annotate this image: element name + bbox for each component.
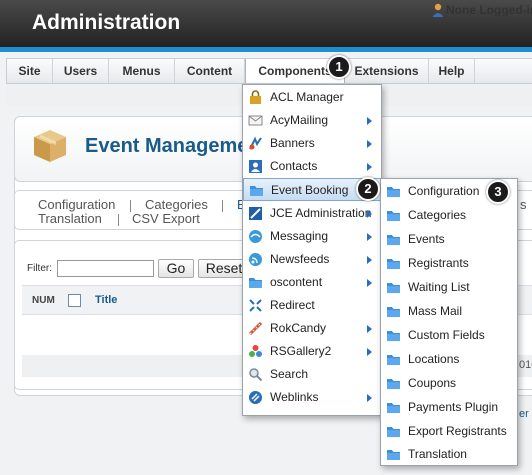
rsgallery-icon	[249, 345, 262, 357]
folder-icon	[387, 187, 400, 197]
subnav-overflow[interactable]: s	[520, 197, 527, 212]
rokcandy-icon	[248, 321, 263, 336]
go-button[interactable]: Go	[158, 259, 194, 278]
contacts-icon	[249, 160, 262, 173]
submenu-arrow-icon	[367, 394, 372, 402]
menu-site[interactable]: Site	[7, 59, 53, 83]
submenu-item-mass-mail[interactable]: Mass Mail	[381, 300, 517, 323]
menu-users[interactable]: Users	[53, 59, 109, 83]
menu-item-rokcandy[interactable]: RokCandy	[243, 317, 381, 340]
event-booking-submenu: Configuration Categories Events Registra…	[380, 178, 518, 466]
menu-item-redirect[interactable]: Redirect	[243, 294, 381, 317]
menu-content[interactable]: Content	[175, 59, 245, 83]
submenu-arrow-icon	[367, 325, 372, 333]
submenu-item-waiting-list[interactable]: Waiting List	[381, 276, 517, 299]
mail-icon	[248, 115, 263, 126]
subnav-separator	[130, 200, 131, 212]
admin-title: Administration	[32, 11, 181, 34]
folder-icon	[387, 355, 400, 365]
menu-item-messaging[interactable]: Messaging	[243, 225, 381, 248]
callout-badge-3: 3	[486, 180, 510, 204]
menu-item-search[interactable]: Search	[243, 363, 381, 386]
callout-badge-2: 2	[356, 177, 380, 201]
subnav-translation[interactable]: Translation	[38, 211, 102, 226]
submenu-item-custom-fields[interactable]: Custom Fields	[381, 324, 517, 347]
folder-icon	[387, 450, 400, 460]
folder-icon	[250, 186, 263, 196]
weblinks-icon	[249, 391, 262, 404]
menu-extensions[interactable]: Extensions	[345, 59, 429, 83]
menu-item-rsgallery2[interactable]: RSGallery2	[243, 340, 381, 363]
folder-icon	[249, 278, 262, 288]
folder-icon	[387, 283, 400, 293]
submenu-item-export-registrants[interactable]: Export Registrants	[381, 420, 517, 443]
menu-help[interactable]: Help	[429, 59, 475, 83]
messaging-icon	[249, 230, 262, 243]
filter-input[interactable]	[57, 260, 154, 277]
menu-item-acl-manager[interactable]: ACL Manager	[243, 86, 381, 109]
menu-item-contacts[interactable]: Contacts	[243, 155, 381, 178]
main-menubar: Site Users Menus Content Components Exte…	[6, 58, 532, 84]
footer-link-peek[interactable]: er	[519, 408, 529, 420]
column-num: NUM	[32, 295, 55, 306]
submenu-arrow-icon	[367, 163, 372, 171]
submenu-arrow-icon	[367, 256, 372, 264]
menu-item-jce-administration[interactable]: JCE Administration	[243, 202, 381, 225]
submenu-arrow-icon	[367, 117, 372, 125]
user-icon	[432, 3, 444, 17]
newsfeeds-icon	[249, 253, 262, 266]
folder-icon	[387, 307, 400, 317]
submenu-arrow-icon	[367, 140, 372, 148]
submenu-arrow-icon	[367, 210, 372, 218]
filter-label: Filter:	[27, 263, 52, 274]
header-accent-strip	[0, 47, 532, 52]
page-title: Event Manageme	[85, 135, 249, 157]
folder-icon	[387, 259, 400, 269]
menu-item-weblinks[interactable]: Weblinks	[243, 386, 381, 409]
banners-icon	[249, 136, 262, 150]
submenu-item-locations[interactable]: Locations	[381, 348, 517, 371]
subnav-separator	[222, 200, 223, 212]
submenu-item-payments-plugin[interactable]: Payments Plugin	[381, 396, 517, 419]
submenu-arrow-icon	[367, 279, 372, 287]
select-all-checkbox[interactable]	[68, 294, 81, 307]
menu-item-banners[interactable]: Banners	[243, 132, 381, 155]
menu-menus[interactable]: Menus	[109, 59, 175, 83]
search-icon	[249, 368, 263, 382]
table-footer-peek: 010	[519, 359, 532, 371]
folder-icon	[387, 427, 400, 437]
redirect-icon	[249, 299, 262, 312]
subnav-separator	[118, 214, 119, 226]
menu-item-newsfeeds[interactable]: Newsfeeds	[243, 248, 381, 271]
menu-item-oscontent[interactable]: oscontent	[243, 271, 381, 294]
subnav-categories[interactable]: Categories	[145, 197, 208, 212]
callout-badge-1: 1	[327, 55, 351, 79]
folder-icon	[387, 403, 400, 413]
jce-icon	[249, 207, 262, 220]
subnav-csv-export[interactable]: CSV Export	[132, 211, 200, 226]
folder-icon	[387, 379, 400, 389]
submenu-arrow-icon	[367, 348, 372, 356]
folder-icon	[387, 331, 400, 341]
logged-in-status: None Logged-in f	[446, 3, 532, 17]
submenu-item-translation[interactable]: Translation	[381, 443, 517, 466]
lock-icon	[250, 90, 261, 104]
subnav-configuration[interactable]: Configuration	[38, 197, 115, 212]
column-title[interactable]: Title	[95, 294, 117, 306]
menu-item-acymailing[interactable]: AcyMailing	[243, 109, 381, 132]
components-dropdown: ACL Manager AcyMailing Banners Contacts …	[242, 84, 382, 416]
submenu-item-registrants[interactable]: Registrants	[381, 252, 517, 275]
folder-icon	[387, 211, 400, 221]
submenu-item-categories[interactable]: Categories	[381, 204, 517, 227]
folder-icon	[387, 235, 400, 245]
box-icon	[34, 130, 66, 162]
submenu-arrow-icon	[367, 233, 372, 241]
submenu-item-events[interactable]: Events	[381, 228, 517, 251]
submenu-item-coupons[interactable]: Coupons	[381, 372, 517, 395]
